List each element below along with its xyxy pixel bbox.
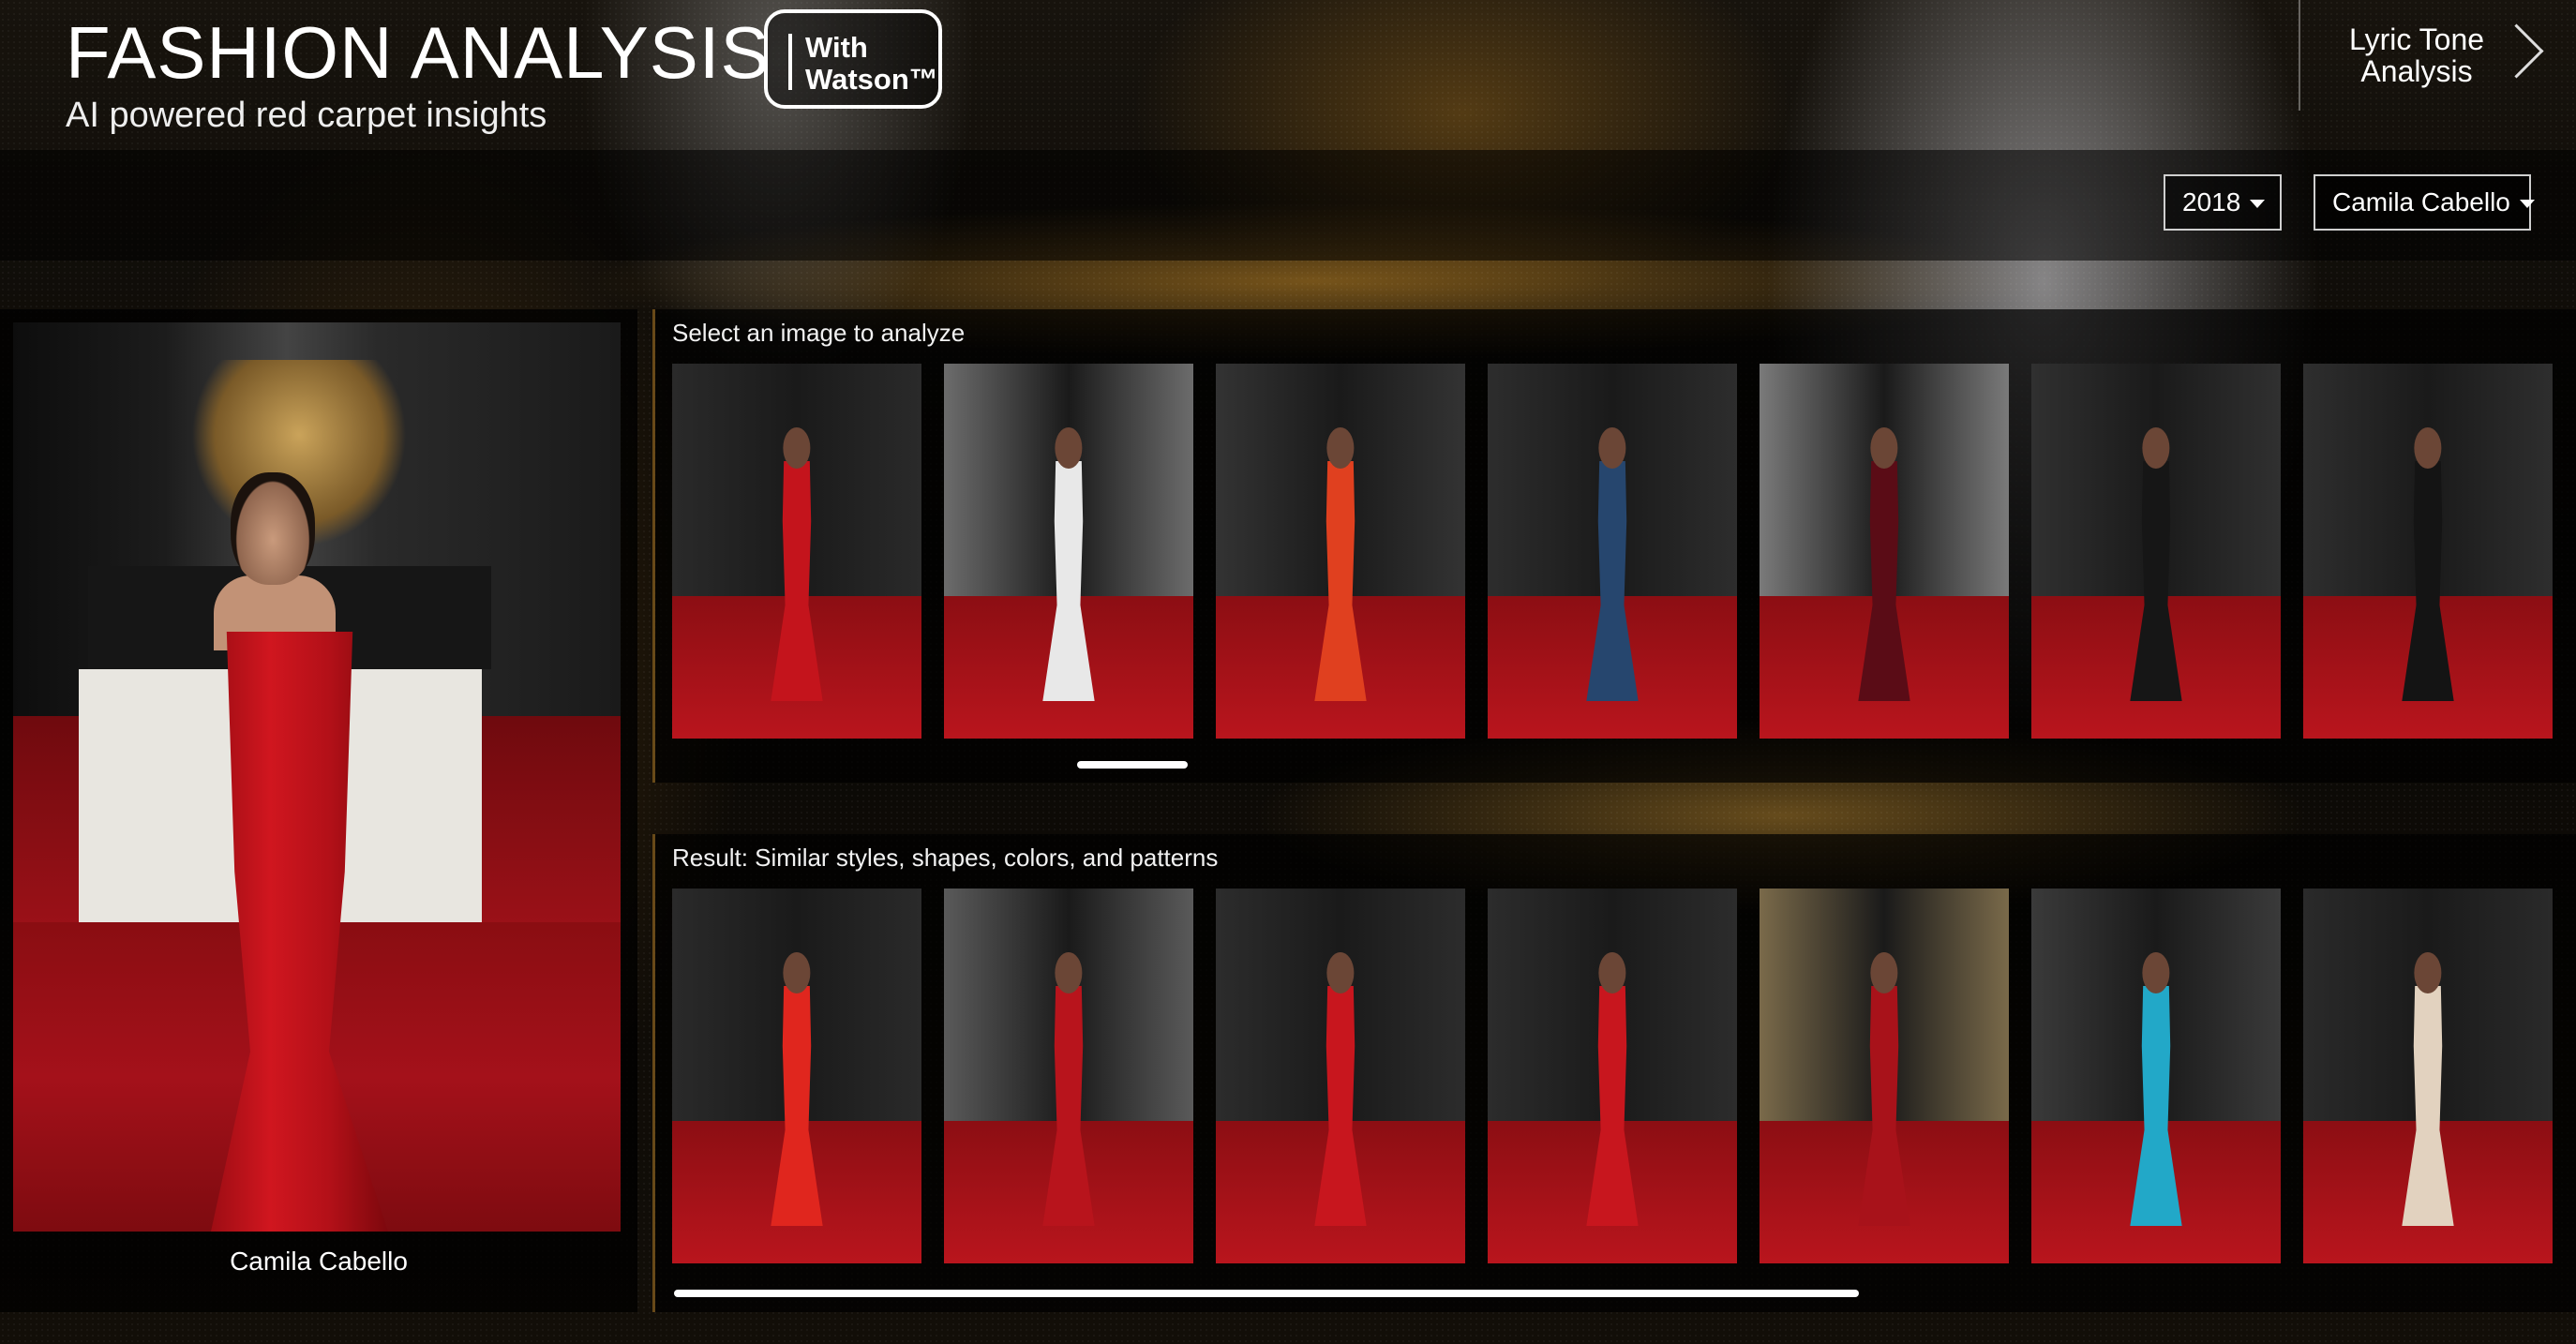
year-dropdown-value: 2018: [2182, 187, 2241, 217]
thumbnail-head: [1326, 952, 1355, 993]
select-thumbnail[interactable]: [2303, 364, 2553, 739]
thumbnail-head: [1598, 427, 1626, 469]
logo-bar: [788, 34, 792, 90]
result-thumbnail[interactable]: [2303, 889, 2553, 1263]
result-gallery-label: Result: Similar styles, shapes, colors, …: [672, 844, 1219, 872]
page-title: FASHION ANALYSIS: [66, 11, 771, 94]
result-thumbnail[interactable]: [672, 889, 921, 1263]
select-gallery-scrollbar[interactable]: [1077, 761, 1188, 769]
watson-logo: With Watson™: [764, 9, 942, 109]
lyric-link-label-line2: Analysis: [2360, 54, 2473, 88]
select-thumbnail[interactable]: [1488, 364, 1737, 739]
header: FASHION ANALYSIS AI powered red carpet i…: [0, 0, 2576, 150]
select-thumbnail-row[interactable]: [672, 364, 2575, 739]
result-gallery: Result: Similar styles, shapes, colors, …: [652, 834, 2576, 1312]
artist-dropdown-value: Camila Cabello: [2332, 187, 2510, 217]
page-subtitle: AI powered red carpet insights: [66, 96, 547, 135]
thumbnail-head: [1870, 952, 1898, 993]
thumbnail-head: [2142, 952, 2170, 993]
result-gallery-scrollbar[interactable]: [674, 1290, 1859, 1297]
thumbnail-head: [2414, 952, 2442, 993]
lyric-tone-analysis-link[interactable]: Lyric Tone Analysis: [2299, 0, 2576, 111]
select-thumbnail[interactable]: [944, 364, 1193, 739]
logo-text-line1: With: [805, 31, 868, 64]
thumbnail-head: [1870, 427, 1898, 469]
thumbnail-head: [1055, 952, 1083, 993]
artist-dropdown[interactable]: Camila Cabello: [2314, 174, 2535, 231]
thumbnail-head: [2414, 427, 2442, 469]
result-thumbnail[interactable]: [2031, 889, 2281, 1263]
result-thumbnail[interactable]: [1216, 889, 1465, 1263]
select-thumbnail[interactable]: [1760, 364, 2009, 739]
controls-bar: 2018 Camila Cabello: [0, 150, 2576, 261]
select-thumbnail[interactable]: [672, 364, 921, 739]
year-dropdown[interactable]: 2018: [2164, 174, 2282, 231]
result-thumbnail-row[interactable]: [672, 889, 2575, 1263]
thumbnail-head: [783, 952, 811, 993]
caret-down-icon: [2250, 200, 2266, 209]
result-thumbnail[interactable]: [1488, 889, 1737, 1263]
thumbnail-head: [1598, 952, 1626, 993]
caret-down-icon: [2519, 200, 2535, 209]
result-thumbnail[interactable]: [1760, 889, 2009, 1263]
thumbnail-head: [1055, 427, 1083, 469]
selected-image-panel: Camila Cabello: [0, 309, 637, 1312]
thumbnail-head: [783, 427, 811, 469]
select-gallery-label: Select an image to analyze: [672, 319, 966, 347]
lyric-link-label-line1: Lyric Tone: [2348, 22, 2485, 56]
person-head: [231, 472, 315, 585]
thumbnail-head: [2142, 427, 2170, 469]
select-thumbnail[interactable]: [1216, 364, 1465, 739]
thumbnail-head: [1326, 427, 1355, 469]
selected-image: [13, 322, 621, 1232]
selected-image-caption: Camila Cabello: [230, 1247, 408, 1276]
select-image-gallery: Select an image to analyze: [652, 309, 2576, 783]
result-thumbnail[interactable]: [944, 889, 1193, 1263]
select-thumbnail[interactable]: [2031, 364, 2281, 739]
logo-text-line2: Watson™: [805, 63, 938, 96]
